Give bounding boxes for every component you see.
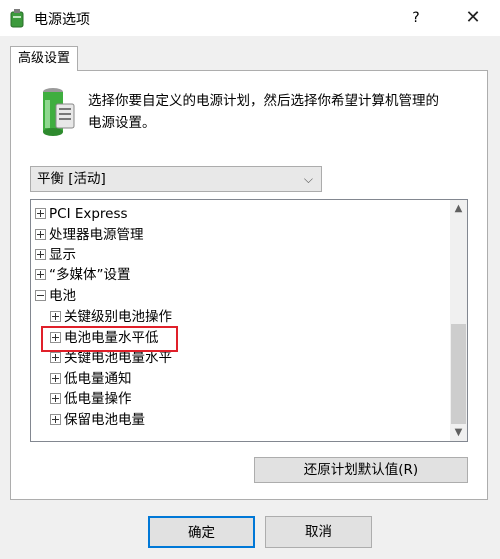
tree-item-low-battery-notification[interactable]: 低电量通知	[50, 369, 132, 390]
expand-icon[interactable]	[50, 413, 61, 425]
tree-item-label: 低电量通知	[64, 371, 132, 387]
tree-item-label: PCI Express	[49, 206, 128, 222]
description-text: 选择你要自定义的电源计划，然后选择你希望计算机管理的 电源设置。	[88, 90, 478, 134]
tree-item-label: 关键电池电量水平	[64, 350, 172, 366]
scrollbar-thumb[interactable]	[451, 324, 466, 424]
tree-item-multimedia[interactable]: “多媒体”设置	[35, 265, 131, 286]
tree-item-pci-express[interactable]: PCI Express	[35, 204, 128, 225]
expand-icon[interactable]	[50, 351, 61, 363]
tree-item-label: 显示	[49, 247, 76, 263]
settings-tree[interactable]: PCI Express 处理器电源管理 显示 “多媒体”设置 电池 关键级别电池…	[30, 199, 468, 442]
tab-advanced-settings[interactable]: 高级设置	[10, 46, 78, 71]
help-button[interactable]: ?	[402, 5, 430, 31]
tree-item-label: 关键级别电池操作	[64, 309, 172, 325]
tree-item-label: 低电量操作	[64, 391, 132, 407]
tree-item-reserve-battery-level[interactable]: 保留电池电量	[50, 410, 145, 431]
tree-item-low-battery-action[interactable]: 低电量操作	[50, 389, 132, 410]
tree-item-display[interactable]: 显示	[35, 245, 76, 266]
power-options-icon	[10, 9, 24, 28]
tree-item-label: 保留电池电量	[64, 412, 145, 428]
power-plan-value: 平衡 [活动]	[37, 171, 106, 187]
collapse-icon[interactable]	[35, 289, 46, 301]
expand-icon[interactable]	[35, 268, 46, 280]
window-title: 电源选项	[34, 12, 90, 28]
expand-icon[interactable]	[50, 310, 61, 322]
description-line-2: 电源设置。	[88, 115, 156, 131]
title-bar: 电源选项 ? ✕	[0, 0, 500, 36]
expand-icon[interactable]	[35, 228, 46, 240]
battery-plan-icon	[43, 88, 75, 136]
expand-icon[interactable]	[35, 207, 46, 219]
expand-icon[interactable]	[35, 248, 46, 260]
chevron-down-icon: ⌵	[303, 172, 313, 186]
tree-item-label: 处理器电源管理	[49, 227, 144, 243]
scroll-up-icon[interactable]: ▲	[450, 200, 467, 217]
tree-item-critical-battery-action[interactable]: 关键级别电池操作	[50, 307, 172, 328]
annotation-highlight-box	[41, 326, 178, 352]
tree-item-label: 电池	[49, 288, 76, 304]
tree-item-label: “多媒体”设置	[49, 267, 131, 283]
description-line-1: 选择你要自定义的电源计划，然后选择你希望计算机管理的	[88, 93, 439, 109]
ok-button[interactable]: 确定	[148, 516, 255, 548]
tree-item-battery[interactable]: 电池	[35, 286, 76, 307]
cancel-button[interactable]: 取消	[265, 516, 372, 548]
expand-icon[interactable]	[50, 372, 61, 384]
restore-defaults-button[interactable]: 还原计划默认值(R)	[254, 457, 468, 483]
scroll-down-icon[interactable]: ▼	[450, 424, 467, 441]
tree-item-processor-power[interactable]: 处理器电源管理	[35, 225, 144, 246]
tree-scrollbar[interactable]: ▲ ▼	[450, 200, 467, 441]
expand-icon[interactable]	[50, 392, 61, 404]
power-plan-dropdown[interactable]: 平衡 [活动] ⌵	[30, 166, 322, 192]
close-icon[interactable]: ✕	[458, 4, 488, 32]
